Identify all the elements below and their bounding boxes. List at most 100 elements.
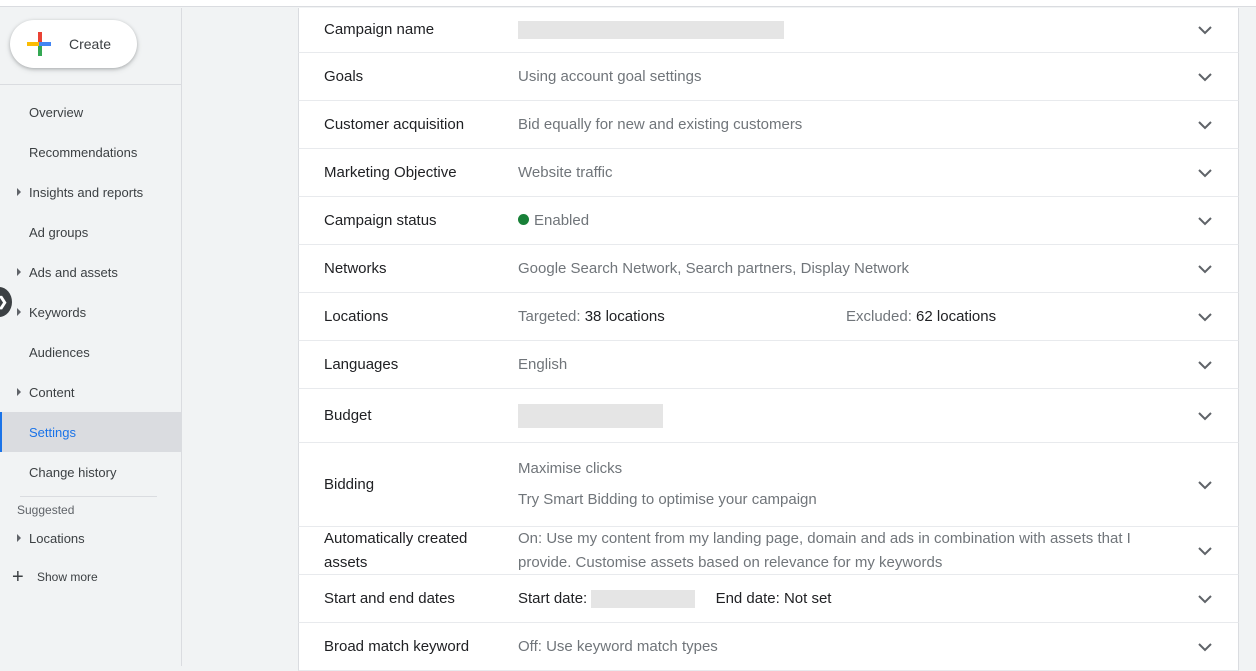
plus-icon: [27, 32, 51, 56]
setting-row-networks[interactable]: Networks Google Search Network, Search p…: [298, 245, 1239, 293]
setting-label: Automatically created assets: [324, 530, 468, 571]
sidebar-item-label: Ads and assets: [29, 264, 118, 280]
settings-panel: Campaign name Goals Using account goal s…: [298, 8, 1239, 671]
setting-value: Website traffic: [518, 163, 613, 181]
setting-label: Goals: [324, 67, 364, 85]
setting-value: Using account goal settings: [518, 67, 702, 85]
chevron-down-icon[interactable]: [1198, 214, 1212, 228]
setting-value: Start date: End date: Not set: [518, 587, 1178, 611]
chevron-down-icon[interactable]: [1198, 166, 1212, 180]
redacted-start-date: [591, 589, 696, 608]
sidebar-item-content[interactable]: Content: [0, 372, 181, 412]
create-label: Create: [69, 36, 112, 52]
chevron-down-icon[interactable]: [1198, 478, 1212, 492]
sidebar-item-label: Audiences: [29, 344, 90, 360]
show-more-button[interactable]: + Show more: [0, 555, 181, 599]
expand-caret-icon[interactable]: [17, 388, 21, 396]
chevron-down-icon[interactable]: [1198, 358, 1212, 372]
targeted-value: 38 locations: [584, 307, 665, 325]
expand-caret-icon[interactable]: [17, 534, 21, 542]
setting-label: Marketing Objective: [324, 163, 457, 181]
end-date-text: End date: Not set: [715, 589, 832, 607]
setting-row-marketing-objective[interactable]: Marketing Objective Website traffic: [298, 149, 1239, 197]
start-date-label: Start date:: [518, 589, 588, 607]
divider: [0, 84, 181, 85]
expand-caret-icon[interactable]: [17, 268, 21, 276]
sidebar-item-ad-groups[interactable]: Ad groups: [0, 212, 181, 252]
setting-label: Languages: [324, 355, 399, 373]
chevron-right-icon: ❯: [0, 294, 8, 310]
setting-value: Google Search Network, Search partners, …: [518, 259, 909, 277]
sidebar-item-label: Insights and reports: [29, 184, 144, 200]
setting-value: [518, 403, 1178, 428]
sidebar-item-ads-and-assets[interactable]: Ads and assets: [0, 252, 181, 292]
setting-label: Networks: [324, 259, 387, 277]
sidebar-item-label: Ad groups: [29, 224, 89, 240]
top-bar: [0, 0, 1256, 7]
setting-row-customer-acquisition[interactable]: Customer acquisition Bid equally for new…: [298, 101, 1239, 149]
chevron-down-icon[interactable]: [1198, 118, 1212, 132]
setting-label: Locations: [324, 307, 389, 325]
sidebar-item-label: Overview: [29, 104, 84, 120]
sidebar-item-audiences[interactable]: Audiences: [0, 332, 181, 372]
smart-bidding-link[interactable]: Try Smart Bidding to optimise your campa…: [518, 488, 1178, 512]
sidebar-item-keywords[interactable]: Keywords: [0, 292, 181, 332]
setting-label: Campaign name: [324, 21, 435, 38]
create-button[interactable]: Create: [10, 20, 137, 68]
sidebar: Create Overview Recommendations Insights…: [0, 8, 182, 666]
chevron-down-icon[interactable]: [1198, 592, 1212, 606]
status-dot-icon: [518, 213, 529, 225]
sidebar-item-overview[interactable]: Overview: [0, 92, 181, 132]
sidebar-item-locations[interactable]: Locations: [0, 521, 181, 555]
sidebar-item-label: Locations: [29, 530, 85, 546]
sidebar-item-label: Settings: [29, 424, 76, 440]
setting-label: Bidding: [324, 475, 375, 493]
chevron-down-icon[interactable]: [1198, 310, 1212, 324]
setting-row-bidding[interactable]: Bidding Maximise clicks Try Smart Biddin…: [298, 443, 1239, 527]
chevron-down-icon[interactable]: [1198, 544, 1212, 558]
sidebar-item-label: Recommendations: [29, 144, 138, 160]
setting-row-start-end-dates[interactable]: Start and end dates Start date: End date…: [298, 575, 1239, 623]
sidebar-item-label: Content: [29, 384, 75, 400]
redacted-budget: [518, 403, 663, 428]
excluded-value-group: Excluded: 62 locations: [846, 305, 1178, 329]
chevron-down-icon[interactable]: [1198, 23, 1212, 37]
chevron-down-icon[interactable]: [1198, 409, 1212, 423]
divider: [20, 496, 157, 497]
expand-caret-icon[interactable]: [17, 308, 21, 316]
chevron-down-icon[interactable]: [1198, 70, 1212, 84]
sidebar-item-insights-and-reports[interactable]: Insights and reports: [0, 172, 181, 212]
setting-value: Maximise clicks: [518, 460, 623, 477]
setting-row-languages[interactable]: Languages English: [298, 341, 1239, 389]
setting-label: Campaign status: [324, 211, 437, 229]
excluded-label: Excluded:: [846, 307, 912, 325]
setting-row-automatically-created-assets[interactable]: Automatically created assets On: Use my …: [298, 527, 1239, 575]
sidebar-item-label: Keywords: [29, 304, 87, 320]
plus-icon: +: [12, 566, 24, 588]
setting-row-locations[interactable]: Locations Targeted: 38 locations Exclude…: [298, 293, 1239, 341]
setting-label: Start and end dates: [324, 589, 455, 607]
setting-value: On: Use my content from my landing page,…: [518, 530, 1131, 571]
sidebar-item-recommendations[interactable]: Recommendations: [0, 132, 181, 172]
setting-label: Broad match keyword: [324, 637, 470, 655]
show-more-label: Show more: [37, 570, 98, 584]
setting-label: Budget: [324, 406, 372, 424]
redacted-campaign-name: [518, 21, 784, 40]
setting-row-broad-match-keyword[interactable]: Broad match keyword Off: Use keyword mat…: [298, 623, 1239, 671]
sidebar-item-settings[interactable]: Settings: [0, 412, 181, 452]
status-text: Enabled: [534, 211, 590, 229]
setting-value: English: [518, 355, 568, 373]
excluded-value: 62 locations: [916, 307, 997, 325]
setting-label: Customer acquisition: [324, 115, 465, 133]
setting-row-budget[interactable]: Budget: [298, 389, 1239, 443]
setting-row-campaign-name[interactable]: Campaign name: [298, 8, 1239, 53]
expand-caret-icon[interactable]: [17, 188, 21, 196]
sidebar-item-change-history[interactable]: Change history: [0, 452, 181, 492]
setting-value: Enabled: [518, 209, 1178, 233]
sidebar-nav: Overview Recommendations Insights and re…: [0, 92, 181, 599]
setting-value: [518, 18, 1178, 42]
setting-row-goals[interactable]: Goals Using account goal settings: [298, 53, 1239, 101]
setting-row-campaign-status[interactable]: Campaign status Enabled: [298, 197, 1239, 245]
chevron-down-icon[interactable]: [1198, 262, 1212, 276]
chevron-down-icon[interactable]: [1198, 640, 1212, 654]
